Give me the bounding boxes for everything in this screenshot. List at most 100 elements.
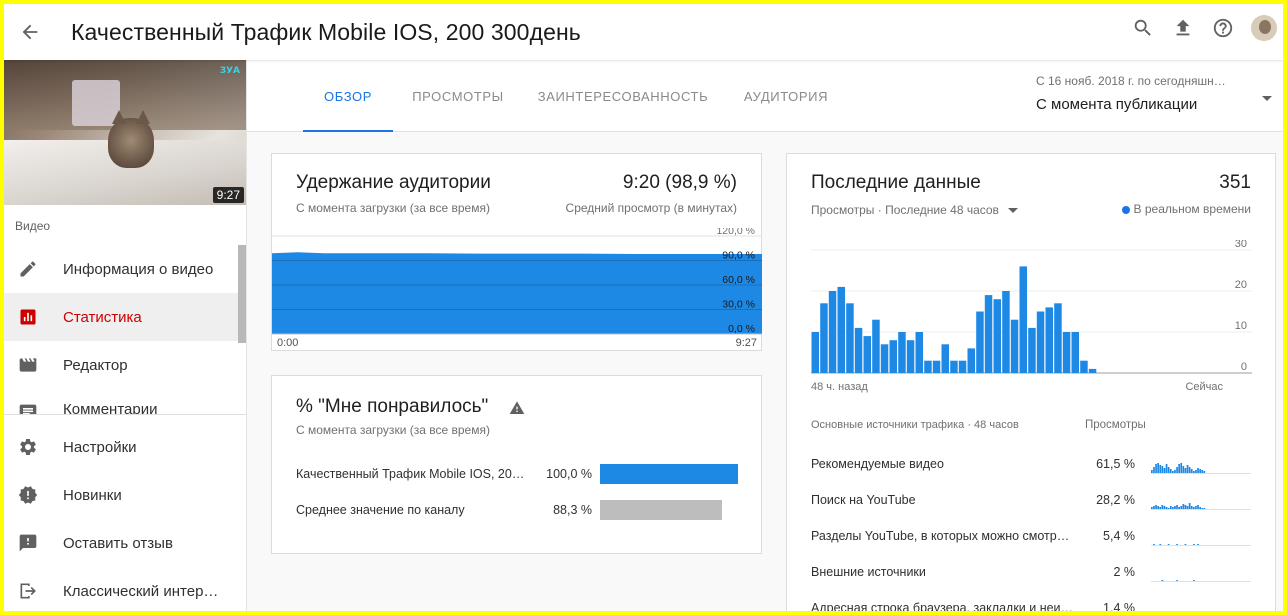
- traffic-source-name: Адресная строка браузера, закладки и неи…: [811, 601, 1074, 615]
- likes-row-video: Качественный Трафик Mobile IOS, 20… 100,…: [296, 463, 746, 485]
- realtime-bar: [958, 360, 967, 373]
- date-range-select[interactable]: С 16 нояб. 2018 г. по сегодняшн… С момен…: [1036, 74, 1272, 113]
- upload-button[interactable]: [1163, 8, 1203, 48]
- search-button[interactable]: [1123, 8, 1163, 48]
- traffic-source-row[interactable]: Поиск на YouTube 28,2 %: [811, 490, 1251, 512]
- realtime-bar: [906, 340, 915, 373]
- sidebar-item-label: Оставить отзыв: [63, 534, 173, 552]
- retention-y-tick: 60,0 %: [722, 274, 755, 286]
- traffic-source-pct: 1,4 %: [1103, 601, 1135, 615]
- sidebar-item-analytics[interactable]: Статистика: [4, 293, 246, 341]
- tab-overview[interactable]: ОБЗОР: [303, 60, 393, 132]
- likes-card[interactable]: % "Мне понравилось" С момента загрузки (…: [271, 375, 762, 554]
- retention-chart: 120,0 % 90,0 % 60,0 % 30,0 % 0,0 % 0:00 9:27: [272, 228, 762, 349]
- tab-audience[interactable]: АУДИТОРИЯ: [737, 60, 835, 132]
- back-button[interactable]: [6, 8, 54, 56]
- retention-y-tick: 120,0 %: [716, 228, 755, 237]
- realtime-bar: [1071, 332, 1079, 373]
- realtime-bar: [1054, 303, 1062, 373]
- traffic-source-pct: 5,4 %: [1103, 529, 1135, 543]
- sidebar-item-editor[interactable]: Редактор: [4, 341, 246, 389]
- sidebar-item-label: Новинки: [63, 486, 122, 504]
- realtime-bar: [984, 295, 993, 373]
- tab-engagement[interactable]: ЗАИНТЕРЕСОВАННОСТЬ: [537, 60, 709, 132]
- date-range-text: С 16 нояб. 2018 г. по сегодняшн…: [1036, 74, 1226, 88]
- realtime-bar: [854, 327, 863, 373]
- sidebar-item-classic[interactable]: Классический интер…: [4, 567, 246, 611]
- realtime-y-tick: 10: [1235, 320, 1247, 332]
- realtime-bar: [846, 303, 854, 373]
- traffic-source-name: Внешние источники: [811, 565, 926, 579]
- sidebar-item-label: Классический интер…: [63, 582, 219, 600]
- warning-icon[interactable]: [509, 400, 525, 416]
- traffic-sources-header: Основные источники трафика · 48 часов: [811, 419, 1019, 431]
- realtime-bar: [898, 332, 906, 373]
- traffic-source-row[interactable]: Разделы YouTube, в которых можно смотр… 5…: [811, 526, 1251, 548]
- help-button[interactable]: [1203, 8, 1243, 48]
- realtime-bar: [993, 299, 1001, 373]
- sidebar-item-video-info[interactable]: Информация о видео: [4, 245, 246, 293]
- traffic-source-pct: 61,5 %: [1096, 457, 1135, 471]
- traffic-source-pct: 2 %: [1113, 565, 1135, 579]
- realtime-y-tick: 0: [1241, 361, 1247, 373]
- realtime-bar: [1010, 319, 1019, 373]
- traffic-source-sparkline: [1151, 544, 1251, 546]
- sidebar-item-label: Статистика: [63, 308, 142, 326]
- likes-row-name: Качественный Трафик Mobile IOS, 20…: [296, 467, 525, 481]
- realtime-bar: [1028, 327, 1036, 373]
- traffic-source-row[interactable]: Рекомендуемые видео 61,5 %: [811, 454, 1251, 476]
- gear-icon: [16, 435, 40, 459]
- whats-new-icon: [16, 483, 40, 507]
- likes-row-pct: 88,3 %: [553, 503, 592, 517]
- channel-watermark: ЗУА: [219, 66, 240, 76]
- realtime-bar: [889, 340, 897, 373]
- realtime-bar: [1019, 266, 1027, 373]
- realtime-x-start: 48 ч. назад: [811, 381, 868, 393]
- recent-total: 351: [1219, 172, 1251, 193]
- realtime-bar: [915, 332, 923, 373]
- realtime-x-end: Сейчас: [1185, 381, 1223, 393]
- realtime-bar: [1002, 291, 1010, 373]
- arrow-back-icon: [22, 24, 38, 40]
- analytics-icon: [16, 305, 40, 329]
- recent-card[interactable]: Последние данные 351 Просмотры · Последн…: [786, 153, 1276, 615]
- sidebar-scrollbar[interactable]: [238, 245, 246, 343]
- cat-image: [108, 110, 154, 168]
- realtime-bar: [1080, 360, 1088, 373]
- views-column-header: Просмотры: [1085, 419, 1146, 431]
- sidebar-item-label: Информация о видео: [63, 260, 214, 278]
- general-nav: Настройки Новинки Оставить отзыв Классич…: [4, 423, 246, 611]
- realtime-bar: [811, 332, 819, 373]
- clapperboard-icon: [16, 353, 40, 377]
- likes-row-channel: Среднее значение по каналу 88,3 %: [296, 499, 746, 521]
- retention-caption: Средний просмотр (в минутах): [565, 201, 737, 215]
- retention-card[interactable]: Удержание аудитории С момента загрузки (…: [271, 153, 762, 351]
- traffic-source-row[interactable]: Адресная строка браузера, закладки и неи…: [811, 598, 1251, 615]
- traffic-source-name: Рекомендуемые видео: [811, 457, 944, 471]
- sidebar-item-settings[interactable]: Настройки: [4, 423, 246, 471]
- sidebar-item-comments[interactable]: Комментарии: [4, 389, 246, 415]
- retention-x-start: 0:00: [277, 337, 298, 349]
- exit-icon: [16, 579, 40, 603]
- traffic-source-row[interactable]: Внешние источники 2 %: [811, 562, 1251, 584]
- recent-metric-select[interactable]: Просмотры · Последние 48 часов: [811, 203, 1019, 217]
- retention-title: Удержание аудитории: [296, 172, 491, 193]
- video-thumbnail[interactable]: ЗУА 9:27: [4, 60, 246, 205]
- likes-bar-channel: [600, 500, 722, 520]
- retention-area: [272, 252, 762, 334]
- realtime-bar: [837, 286, 845, 373]
- sidebar-item-whats-new[interactable]: Новинки: [4, 471, 246, 519]
- sidebar-item-feedback[interactable]: Оставить отзыв: [4, 519, 246, 567]
- realtime-bar: [941, 344, 949, 373]
- realtime-bar: [924, 360, 932, 373]
- help-icon: [1213, 18, 1233, 38]
- comments-icon: [16, 401, 40, 415]
- realtime-y-tick: 30: [1235, 240, 1247, 250]
- tab-views[interactable]: ПРОСМОТРЫ: [407, 60, 509, 132]
- sidebar-divider: [4, 414, 246, 415]
- likes-subtitle: С момента загрузки (за все время): [296, 423, 490, 437]
- realtime-bar: [1088, 368, 1097, 373]
- likes-row-name: Среднее значение по каналу: [296, 503, 465, 517]
- search-icon: [1134, 19, 1151, 36]
- avatar[interactable]: [1251, 15, 1277, 41]
